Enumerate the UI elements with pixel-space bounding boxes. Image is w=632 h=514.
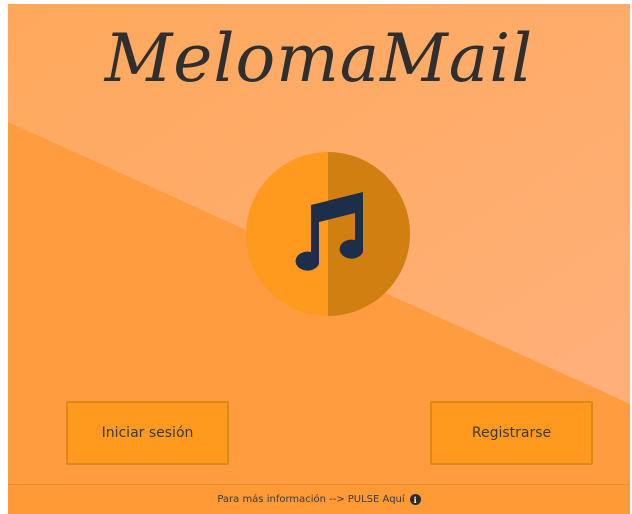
login-button[interactable]: Iniciar sesión [66,401,229,465]
info-icon[interactable]: i [409,494,421,505]
more-info-link[interactable]: PULSE Aquí [348,494,405,505]
app-title: MelomaMail [104,20,534,97]
footer: Para más información --> PULSE Aquí i [8,484,630,514]
app-screen: MelomaMail Iniciar sesión Registrarse Pa… [8,4,630,514]
app-logo [246,152,410,316]
footer-info-text: Para más información --> [217,494,345,505]
register-button[interactable]: Registrarse [430,401,593,465]
